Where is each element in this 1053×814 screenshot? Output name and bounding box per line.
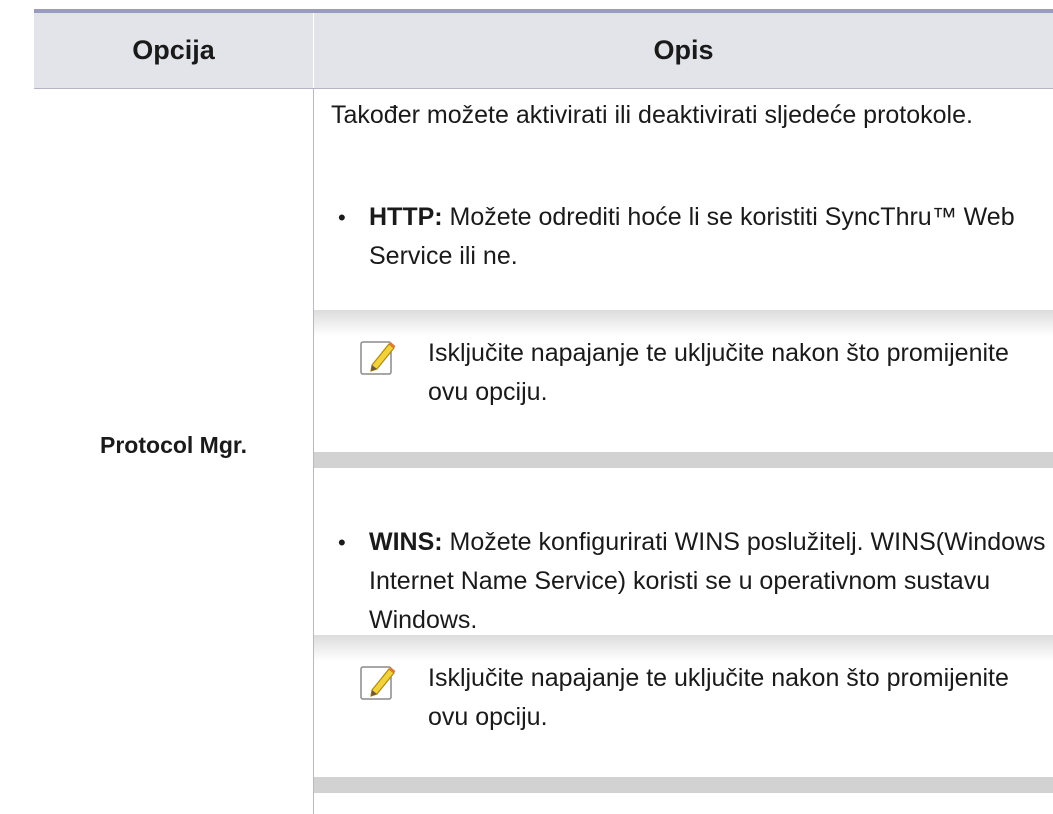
list-item-label: HTTP: (369, 203, 443, 231)
header-bottom-rule (34, 88, 1053, 89)
bullet-dot: • (338, 530, 346, 555)
note-bottom-band (314, 452, 1053, 468)
list-item-wins: WINS: Možete konfigurirati WINS poslužit… (369, 523, 1049, 640)
header-opcija: Opcija (132, 35, 215, 65)
note-pencil-icon (360, 341, 396, 375)
list-item-http: HTTP: Možete odrediti hoće li se koristi… (369, 198, 1029, 276)
note-bottom-band (314, 777, 1053, 793)
intro-text: Također možete aktivirati ili deaktivira… (331, 101, 973, 129)
option-name: Protocol Mgr. (100, 432, 247, 458)
note-top-shade (314, 310, 1053, 336)
bullet-dot: • (338, 205, 346, 230)
list-item-label: WINS: (369, 528, 443, 556)
list-item-description: Možete odrediti hoće li se koristiti Syn… (369, 203, 1015, 270)
list-item-description: Možete konfigurirati WINS poslužitelj. W… (369, 528, 1046, 634)
note-box: Isključite napajanje te uključite nakon … (314, 310, 1053, 468)
note-text: Isključite napajanje te uključite nakon … (428, 664, 1009, 731)
note-text: Isključite napajanje te uključite nakon … (428, 339, 1009, 406)
manual-page: Opcija Opis Protocol Mgr. Također možete… (0, 0, 1053, 814)
note-top-shade (314, 635, 1053, 661)
header-opis: Opis (653, 35, 714, 65)
table-header: Opcija Opis (34, 13, 1053, 88)
note-pencil-icon (360, 666, 396, 700)
note-box: Isključite napajanje te uključite nakon … (314, 635, 1053, 793)
